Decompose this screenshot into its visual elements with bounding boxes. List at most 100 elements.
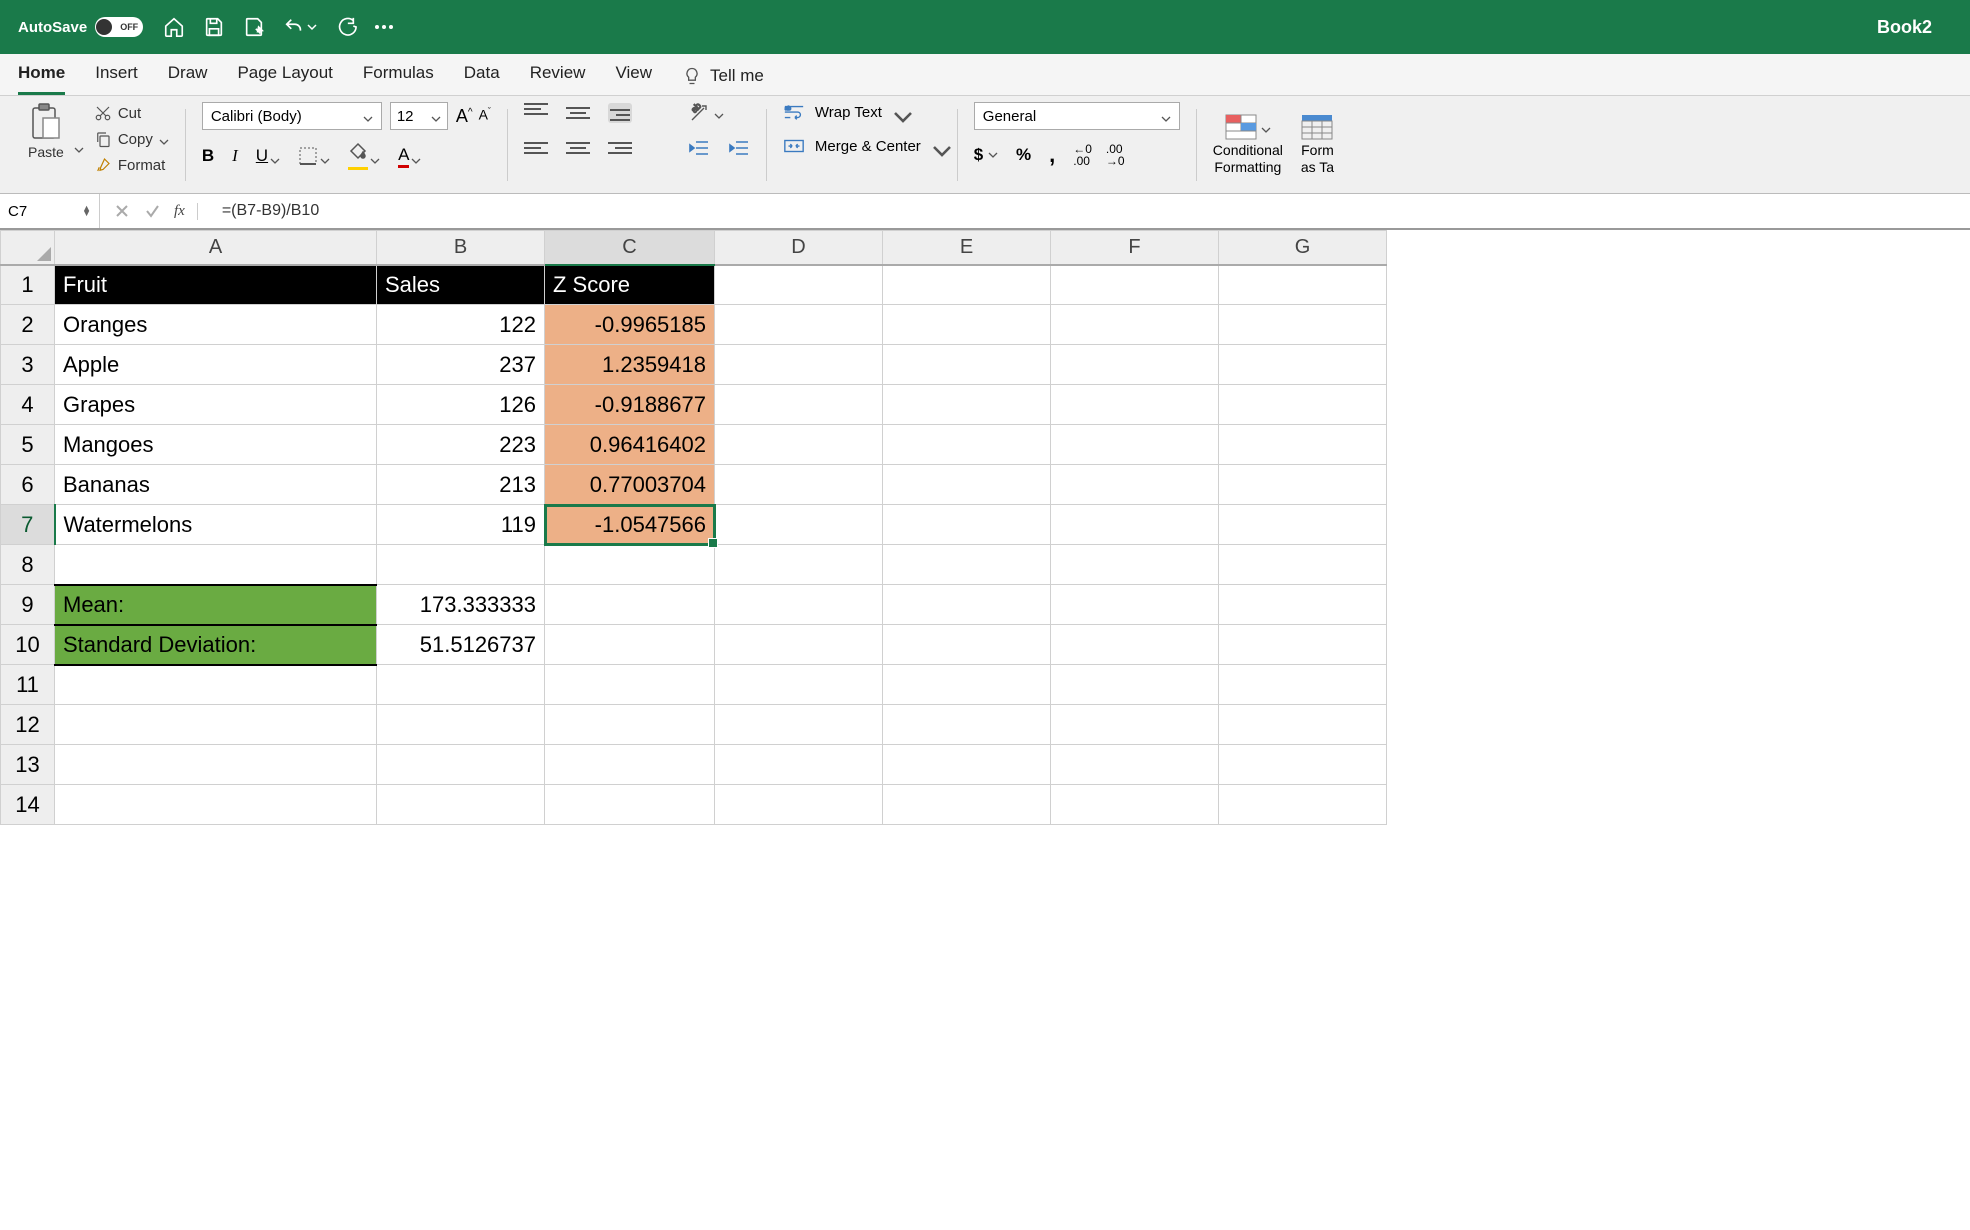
cell-A9[interactable]: Mean: (55, 585, 377, 625)
cell[interactable] (55, 665, 377, 705)
increase-font-icon[interactable]: A^ (456, 106, 473, 127)
col-header-G[interactable]: G (1219, 231, 1387, 265)
cell[interactable] (883, 665, 1051, 705)
bold-button[interactable]: B (202, 146, 214, 166)
decrease-decimal-icon[interactable]: .00→0 (1106, 143, 1125, 167)
row-header-4[interactable]: 4 (1, 385, 55, 425)
cell[interactable] (715, 505, 883, 545)
cut-button[interactable]: Cut (94, 104, 169, 122)
cell-B4[interactable]: 126 (377, 385, 545, 425)
format-painter-button[interactable]: Format (94, 156, 169, 174)
cell[interactable] (1219, 785, 1387, 825)
cell-C1[interactable]: Z Score (545, 265, 715, 305)
cell[interactable] (1051, 705, 1219, 745)
row-header-1[interactable]: 1 (1, 265, 55, 305)
cell[interactable] (1219, 345, 1387, 385)
comma-button[interactable]: , (1049, 142, 1055, 168)
cell[interactable] (883, 505, 1051, 545)
decrease-indent-icon[interactable] (688, 138, 710, 158)
align-bottom-icon[interactable] (608, 103, 632, 123)
autosave-toggle-group[interactable]: AutoSave OFF (18, 17, 143, 37)
font-name-select[interactable]: Calibri (Body) (202, 102, 382, 130)
cell[interactable] (883, 265, 1051, 305)
cell-A6[interactable]: Bananas (55, 465, 377, 505)
cell-A10[interactable]: Standard Deviation: (55, 625, 377, 665)
cell[interactable] (1051, 745, 1219, 785)
cell-A5[interactable]: Mangoes (55, 425, 377, 465)
cell[interactable] (545, 545, 715, 585)
row-header-10[interactable]: 10 (1, 625, 55, 665)
cell[interactable] (715, 425, 883, 465)
tab-view[interactable]: View (615, 55, 652, 95)
align-top-icon[interactable] (524, 103, 548, 123)
cell-C5[interactable]: 0.96416402 (545, 425, 715, 465)
cell[interactable] (715, 305, 883, 345)
font-size-select[interactable]: 12 (390, 102, 448, 130)
undo-icon[interactable] (283, 16, 305, 38)
cell[interactable] (1051, 425, 1219, 465)
cell[interactable] (715, 465, 883, 505)
cell[interactable] (883, 305, 1051, 345)
cell-C3[interactable]: 1.2359418 (545, 345, 715, 385)
italic-button[interactable]: I (232, 146, 238, 166)
cell[interactable] (883, 785, 1051, 825)
cell[interactable] (1219, 305, 1387, 345)
col-header-B[interactable]: B (377, 231, 545, 265)
cell[interactable] (1051, 305, 1219, 345)
cell-A1[interactable]: Fruit (55, 265, 377, 305)
cell[interactable] (545, 625, 715, 665)
cell[interactable] (715, 545, 883, 585)
cell[interactable] (883, 385, 1051, 425)
row-header-13[interactable]: 13 (1, 745, 55, 785)
format-as-table-button[interactable]: Form as Ta (1301, 114, 1334, 174)
align-right-icon[interactable] (608, 138, 632, 158)
cell-C4[interactable]: -0.9188677 (545, 385, 715, 425)
cell[interactable] (55, 745, 377, 785)
col-header-A[interactable]: A (55, 231, 377, 265)
cell[interactable] (377, 705, 545, 745)
cell-B3[interactable]: 237 (377, 345, 545, 385)
redo-icon[interactable] (335, 16, 357, 38)
cell[interactable] (545, 785, 715, 825)
cell[interactable] (883, 425, 1051, 465)
cell-B1[interactable]: Sales (377, 265, 545, 305)
col-header-F[interactable]: F (1051, 231, 1219, 265)
formula-input[interactable]: =(B7-B9)/B10 (212, 202, 1970, 220)
tell-me-search[interactable]: Tell me (682, 66, 764, 95)
wrap-text-button[interactable]: ab Wrap Text (783, 102, 941, 122)
cell[interactable] (1051, 265, 1219, 305)
cell[interactable] (545, 745, 715, 785)
border-button[interactable] (298, 146, 330, 166)
cell[interactable] (715, 385, 883, 425)
underline-button[interactable]: U (256, 146, 280, 166)
font-color-button[interactable]: A (398, 145, 421, 168)
spreadsheet-grid[interactable]: A B C D E F G 1 Fruit Sales Z Score 2 Or… (0, 230, 1970, 825)
save-as-icon[interactable] (243, 16, 265, 38)
paste-button[interactable]: Paste (28, 102, 64, 160)
autosave-switch[interactable]: OFF (95, 17, 143, 37)
more-icon[interactable] (375, 25, 393, 29)
cell[interactable] (545, 705, 715, 745)
number-format-select[interactable]: General (974, 102, 1180, 130)
conditional-formatting-button[interactable]: Conditional Formatting (1213, 114, 1283, 174)
tab-draw[interactable]: Draw (168, 55, 208, 95)
align-middle-icon[interactable] (566, 103, 590, 123)
enter-icon[interactable] (144, 203, 160, 219)
select-all-corner[interactable] (1, 231, 55, 265)
row-header-6[interactable]: 6 (1, 465, 55, 505)
merge-center-button[interactable]: Merge & Center (783, 136, 941, 156)
cell[interactable] (377, 665, 545, 705)
cell[interactable] (715, 785, 883, 825)
align-left-icon[interactable] (524, 138, 548, 158)
tab-review[interactable]: Review (530, 55, 586, 95)
row-header-11[interactable]: 11 (1, 665, 55, 705)
cell[interactable] (883, 545, 1051, 585)
cell[interactable] (883, 625, 1051, 665)
cell-C7[interactable]: -1.0547566 (545, 505, 715, 545)
align-center-icon[interactable] (566, 138, 590, 158)
fill-color-button[interactable] (348, 142, 380, 170)
row-header-3[interactable]: 3 (1, 345, 55, 385)
tab-home[interactable]: Home (18, 55, 65, 95)
cell[interactable] (715, 345, 883, 385)
row-header-12[interactable]: 12 (1, 705, 55, 745)
